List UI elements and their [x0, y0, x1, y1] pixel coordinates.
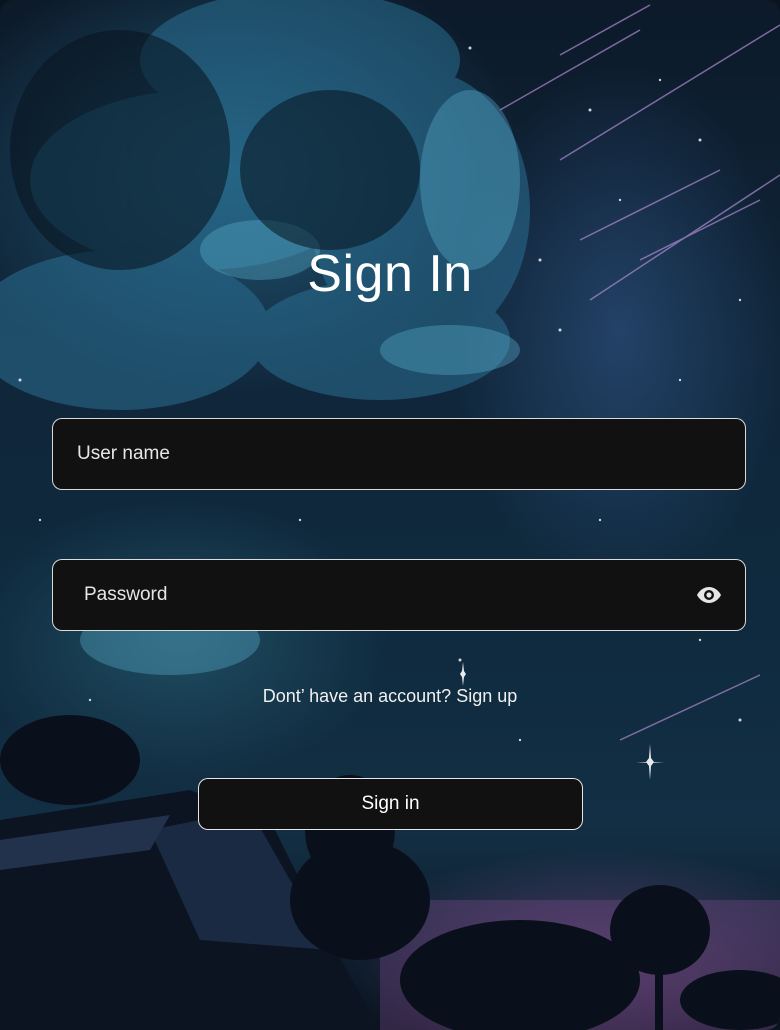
- username-input[interactable]: [53, 419, 745, 489]
- page-title: Sign In: [307, 245, 473, 303]
- eye-icon[interactable]: [695, 581, 723, 609]
- password-input[interactable]: [53, 560, 745, 630]
- signup-link[interactable]: Sign up: [456, 686, 517, 706]
- username-field[interactable]: [52, 418, 746, 490]
- password-field[interactable]: [52, 559, 746, 631]
- sign-in-screen: Sign In Dont’ have an account? Sign up S…: [0, 0, 780, 1030]
- signup-prompt-text: Dont’ have an account?: [262, 686, 452, 706]
- signup-prompt: Dont’ have an account? Sign up: [0, 686, 780, 707]
- sparkle-stars: [460, 662, 664, 780]
- background-night-scene: [0, 0, 780, 1030]
- sign-in-button[interactable]: Sign in: [198, 778, 583, 830]
